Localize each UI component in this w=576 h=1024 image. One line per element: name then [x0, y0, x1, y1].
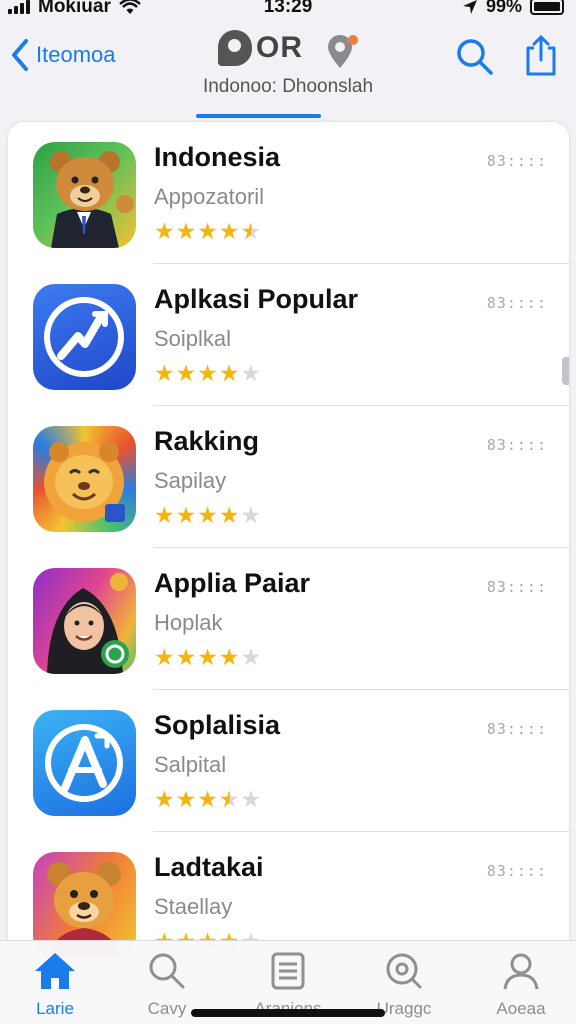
app-price[interactable]: 83::::	[487, 862, 547, 880]
hooded-man-icon	[33, 568, 136, 674]
star-rating: ★ ★ ★ ★ ★	[154, 220, 261, 243]
star-icon: ★	[154, 360, 175, 386]
home-icon	[35, 953, 75, 989]
app-price[interactable]: 83::::	[487, 436, 547, 454]
app-row[interactable]: Soplalisia Salpital ★ ★ ★ ★ ★ 83::::	[8, 690, 569, 832]
map-pin-icon	[328, 35, 358, 68]
back-label: Iteomoa	[36, 42, 116, 67]
star-rating: ★ ★ ★ ★ ★	[154, 788, 261, 811]
person-icon	[503, 953, 539, 990]
star-empty-icon: ★	[240, 360, 262, 386]
active-tab-indicator	[196, 114, 321, 118]
star-icon: ★	[197, 360, 218, 386]
app-row[interactable]: Applia Paiar Hoplak ★ ★ ★ ★ ★ 83::::	[8, 548, 569, 690]
app-subtitle: Salpital	[154, 752, 227, 777]
lion-icon	[33, 426, 136, 532]
star-half-icon: ★	[218, 786, 240, 812]
star-icon: ★	[218, 644, 240, 670]
back-button[interactable]: Iteomoa	[10, 38, 116, 72]
app-store-icon	[33, 710, 136, 816]
app-price[interactable]: 83::::	[487, 152, 547, 170]
star-empty-icon: ★	[240, 644, 262, 670]
app-subtitle: Hoplak	[154, 610, 223, 635]
search-button[interactable]	[456, 38, 494, 81]
home-indicator[interactable]	[191, 1009, 385, 1017]
blue-chart-icon	[33, 284, 136, 390]
star-icon: ★	[175, 502, 197, 528]
tab-label: Larie	[36, 999, 74, 1018]
star-empty-icon: ★	[240, 502, 262, 528]
star-icon: ★	[197, 786, 218, 812]
star-half-icon: ★	[240, 218, 262, 244]
battery-percent: 99%	[485, 0, 522, 16]
app-name: Ladtakai	[154, 852, 264, 882]
app-row[interactable]: Aplkasi Popular Soiplkal ★ ★ ★ ★ ★ 83:::…	[8, 264, 569, 406]
status-bar: Mokiuar 13:29 99%	[0, 0, 576, 22]
search-icon	[149, 953, 185, 989]
app-subtitle: Appozatoril	[154, 184, 265, 209]
app-row[interactable]: Rakking Sapilay ★ ★ ★ ★ ★ 83::::	[8, 406, 569, 548]
star-icon: ★	[218, 502, 240, 528]
star-icon: ★	[175, 786, 197, 812]
app-subtitle: Staellay	[154, 894, 233, 919]
app-name: Soplalisia	[154, 710, 281, 740]
brand-p-icon	[218, 30, 252, 66]
app-name: Applia Paiar	[154, 568, 311, 598]
star-icon: ★	[218, 218, 240, 244]
status-right: 99%	[462, 0, 564, 17]
star-icon: ★	[197, 644, 218, 670]
star-icon: ★	[175, 218, 197, 244]
app-name: Rakking	[154, 426, 260, 456]
star-icon: ★	[197, 218, 218, 244]
search-icon	[457, 39, 493, 75]
star-icon: ★	[154, 502, 175, 528]
location-arrow-icon	[462, 0, 477, 14]
app-row[interactable]: Indonesia Appozatoril ★ ★ ★ ★ ★ 83::::	[8, 122, 569, 264]
star-icon: ★	[175, 360, 197, 386]
scrollbar-thumb[interactable]	[562, 357, 569, 385]
brand-text: OR	[256, 31, 303, 64]
star-rating: ★ ★ ★ ★ ★	[154, 646, 261, 669]
star-icon: ★	[154, 218, 175, 244]
list-icon	[271, 952, 305, 990]
app-name: Indonesia	[154, 142, 281, 172]
app-list: Indonesia Appozatoril ★ ★ ★ ★ ★ 83:::: A…	[8, 122, 569, 1022]
app-name: Aplkasi Popular	[154, 284, 359, 314]
app-subtitle: Soiplkal	[154, 326, 232, 351]
star-empty-icon: ★	[240, 786, 262, 812]
star-icon: ★	[175, 644, 197, 670]
app-price[interactable]: 83::::	[487, 294, 547, 312]
share-icon	[526, 35, 556, 76]
star-rating: ★ ★ ★ ★ ★	[154, 362, 261, 385]
app-price[interactable]: 83::::	[487, 720, 547, 738]
tab-profile[interactable]: Aoeaa	[476, 951, 566, 1019]
magnifier-icon	[386, 953, 422, 989]
star-rating: ★ ★ ★ ★ ★	[154, 504, 261, 527]
star-icon: ★	[154, 644, 175, 670]
star-icon: ★	[154, 786, 175, 812]
brand-logo: OR	[218, 30, 303, 66]
tab-label: Aoeaa	[496, 999, 546, 1018]
app-price[interactable]: 83::::	[487, 578, 547, 596]
share-button[interactable]	[524, 34, 558, 81]
star-icon: ★	[218, 360, 240, 386]
app-subtitle: Sapilay	[154, 468, 227, 493]
battery-icon	[530, 0, 564, 15]
chevron-left-icon	[12, 39, 28, 71]
bear-suit-icon	[33, 142, 136, 248]
star-icon: ★	[197, 502, 218, 528]
tab-home[interactable]: Larie	[10, 951, 100, 1019]
